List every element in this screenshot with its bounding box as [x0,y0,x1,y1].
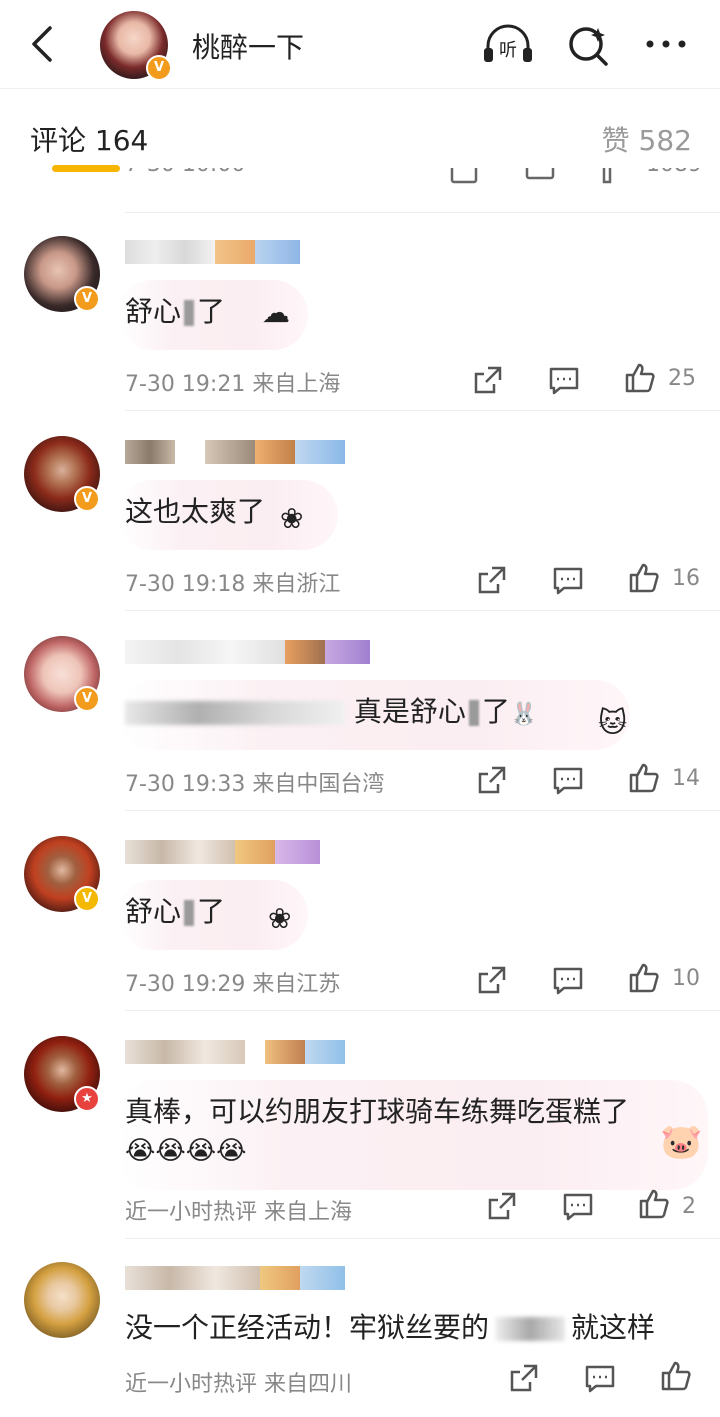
cat-sticker-icon: 🐱 [598,706,628,739]
crying-emoji-icon: 😭😭😭😭 [125,1136,247,1166]
verified-badge-icon: V [74,286,100,312]
divider [125,1010,720,1011]
like-count: 2 [682,1194,696,1219]
username-blurred[interactable] [125,240,300,264]
comment-icon[interactable] [552,764,584,796]
divider [125,1238,720,1239]
username-blurred[interactable] [125,840,320,864]
comment-icon[interactable] [524,168,556,186]
share-icon[interactable] [486,1190,518,1222]
divider [125,212,720,213]
thumbs-up-icon[interactable] [624,362,656,394]
more-icon[interactable] [640,22,692,66]
divider [125,810,720,811]
comment-text: 没一个正经活动！牢狱丝要的 就这样 [125,1311,656,1344]
share-icon[interactable] [508,1362,540,1394]
like-count: 14 [672,766,700,791]
username-blurred[interactable] [125,1266,345,1290]
divider [125,410,720,411]
thumbs-up-icon[interactable] [638,1188,670,1220]
pig-sticker-icon: 🐷 [660,1122,703,1162]
verified-badge-icon: V [74,686,100,712]
tab-comments[interactable]: 评论 164 [30,119,148,159]
tab-likes[interactable]: 赞 582 [602,119,692,159]
comment-tab-bar: 评论 164 赞 582 [0,88,720,177]
search-sparkle-icon[interactable] [564,22,616,66]
comment-text: 真是舒心 了🐰 [125,690,537,730]
comment-icon[interactable] [548,364,580,396]
user-avatar[interactable] [24,1262,100,1338]
like-count: 25 [668,366,696,391]
comment-meta: 近一小时热评 来自上海 [125,1200,352,1225]
top-bar: V 桃醉一下 听 [0,0,720,88]
headphones-icon[interactable]: 听 [482,22,534,66]
comment-text: 真棒，可以约朋友打球骑车练舞吃蛋糕了 [125,1095,630,1128]
like-count: 10 [672,966,700,991]
comment-meta: 7-30 19:21 来自上海 [125,372,341,397]
thumbs-up-icon[interactable] [628,962,660,994]
share-icon[interactable] [476,564,508,596]
share-icon[interactable] [448,168,480,186]
flower-sticker-icon: ❀ [268,902,292,935]
cloud-sticker-icon: ☁ [262,296,290,329]
comment-text: 舒心了 [125,895,226,928]
comment-meta: 7-30 10:00 [125,168,245,177]
comment-icon[interactable] [552,564,584,596]
thumbs-up-icon[interactable] [600,168,632,186]
listen-label: 听 [499,40,517,61]
share-icon[interactable] [476,764,508,796]
back-arrow-icon[interactable] [22,22,62,66]
thumbs-up-icon[interactable] [628,762,660,794]
comment-meta: 7-30 19:33 来自中国台湾 [125,772,385,797]
partial-comment-row: 7-30 10:00 1089 [0,168,720,212]
thumbs-up-icon[interactable] [660,1360,692,1392]
thumbs-up-icon[interactable] [628,562,660,594]
verified-badge-icon: ★ [74,1086,100,1112]
username-blurred[interactable] [125,640,370,664]
username-blurred[interactable] [125,440,345,464]
comment-meta: 7-30 19:29 来自江苏 [125,972,341,997]
share-icon[interactable] [472,364,504,396]
verified-badge-icon: V [74,886,100,912]
verified-badge-icon: V [74,486,100,512]
author-name[interactable]: 桃醉一下 [192,26,304,66]
comment-text: 这也太爽了 [125,495,266,528]
comment-icon[interactable] [552,964,584,996]
flower-sticker-icon: ❀ [280,502,304,535]
verified-badge-icon: V [146,55,172,81]
comment-text: 舒心了 [125,295,226,328]
username-blurred[interactable] [125,1040,345,1064]
share-icon[interactable] [476,964,508,996]
comment-icon[interactable] [584,1362,616,1394]
comment-meta: 7-30 19:18 来自浙江 [125,572,341,597]
like-count: 16 [672,566,700,591]
like-count: 1089 [646,168,702,177]
comment-meta: 近一小时热评 来自四川 [125,1372,352,1397]
comment-icon[interactable] [562,1190,594,1222]
divider [125,610,720,611]
